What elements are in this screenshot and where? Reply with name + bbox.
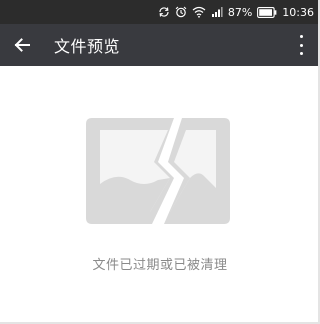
file-preview-screen: 87% 10:36 文件预览 文件已过期或已被清理 [0, 0, 320, 324]
status-bar: 87% 10:36 [0, 0, 318, 24]
battery-percent: 87% [227, 5, 253, 19]
status-time: 10:36 [282, 5, 314, 19]
back-button[interactable] [2, 24, 42, 66]
battery-icon [257, 6, 277, 18]
more-options-button[interactable] [296, 35, 306, 55]
wifi-icon [192, 6, 206, 18]
more-vertical-icon [299, 35, 303, 38]
expired-file-message: 文件已过期或已被清理 [92, 258, 228, 273]
signal-icon [211, 6, 223, 18]
app-bar: 文件预览 [0, 24, 318, 66]
sync-icon [158, 6, 170, 18]
alarm-icon [175, 6, 187, 18]
preview-area: 文件已过期或已被清理 [0, 66, 318, 322]
arrow-left-icon [14, 38, 30, 52]
page-title: 文件预览 [54, 37, 121, 56]
broken-image-icon [86, 118, 230, 224]
